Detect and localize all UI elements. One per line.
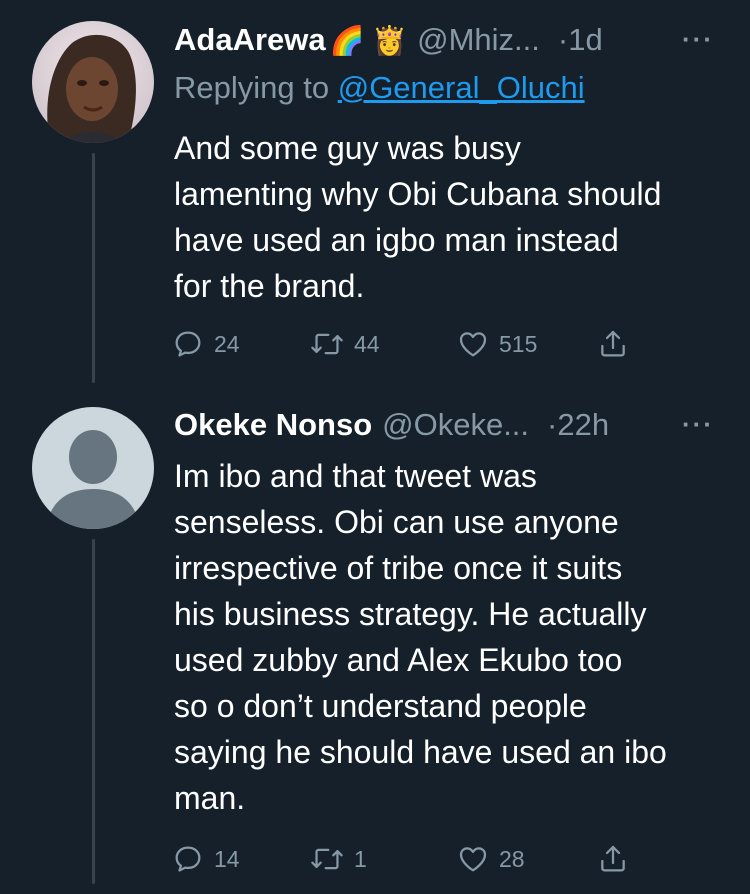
- like-button[interactable]: 28: [457, 839, 525, 879]
- heart-icon: [457, 843, 489, 875]
- username[interactable]: @Mhiz...: [417, 22, 540, 58]
- separator-dot: ·: [547, 407, 558, 442]
- reply-icon: [172, 328, 204, 360]
- replying-to-label: Replying to: [174, 70, 338, 105]
- share-button[interactable]: [597, 324, 629, 364]
- tweet-header: AdaArewa 🌈 👸 @Mhiz... · 1d ···: [174, 20, 728, 60]
- display-name[interactable]: Okeke Nonso: [174, 407, 372, 443]
- retweet-button[interactable]: 44: [310, 324, 380, 364]
- retweet-icon: [310, 843, 344, 875]
- timestamp[interactable]: 1d: [568, 22, 602, 58]
- separator-dot: ·: [557, 22, 569, 57]
- tweet[interactable]: AdaArewa 🌈 👸 @Mhiz... · 1d ··· Replying …: [0, 0, 750, 393]
- thread-line: [92, 153, 95, 383]
- tweet-text: And some guy was busy lamenting why Obi …: [174, 130, 662, 304]
- avatar[interactable]: [32, 407, 154, 529]
- more-options-icon[interactable]: ···: [682, 409, 714, 440]
- tweet[interactable]: Okeke Nonso @Okeke... · 22h ··· Im ibo a…: [0, 393, 750, 894]
- share-icon: [597, 843, 629, 875]
- thread-line: [92, 539, 95, 884]
- display-name[interactable]: AdaArewa: [174, 22, 326, 58]
- retweet-button[interactable]: 1: [310, 839, 367, 879]
- retweet-count: 1: [354, 845, 367, 872]
- tweet-header: Okeke Nonso @Okeke... · 22h ···: [174, 405, 728, 445]
- reply-count: 14: [214, 845, 240, 872]
- share-icon: [597, 328, 629, 360]
- tweet-text: Im ibo and that tweet was senseless. Obi…: [174, 458, 667, 816]
- avatar[interactable]: [32, 21, 154, 143]
- timestamp[interactable]: 22h: [557, 407, 609, 443]
- replying-to: Replying to @General_Oluchi: [174, 70, 585, 106]
- retweet-icon: [310, 328, 344, 360]
- retweet-count: 44: [354, 330, 380, 357]
- name-emojis: 🌈 👸: [329, 24, 408, 56]
- like-count: 515: [499, 330, 538, 357]
- reply-button[interactable]: 24: [172, 324, 240, 364]
- like-button[interactable]: 515: [457, 324, 537, 364]
- mention-link[interactable]: @General_Oluchi: [338, 70, 585, 105]
- share-button[interactable]: [597, 839, 629, 879]
- like-count: 28: [499, 845, 525, 872]
- reply-count: 24: [214, 330, 240, 357]
- username[interactable]: @Okeke...: [382, 407, 529, 443]
- more-options-icon[interactable]: ···: [682, 24, 714, 55]
- reply-icon: [172, 843, 204, 875]
- heart-icon: [457, 328, 489, 360]
- reply-button[interactable]: 14: [172, 839, 240, 879]
